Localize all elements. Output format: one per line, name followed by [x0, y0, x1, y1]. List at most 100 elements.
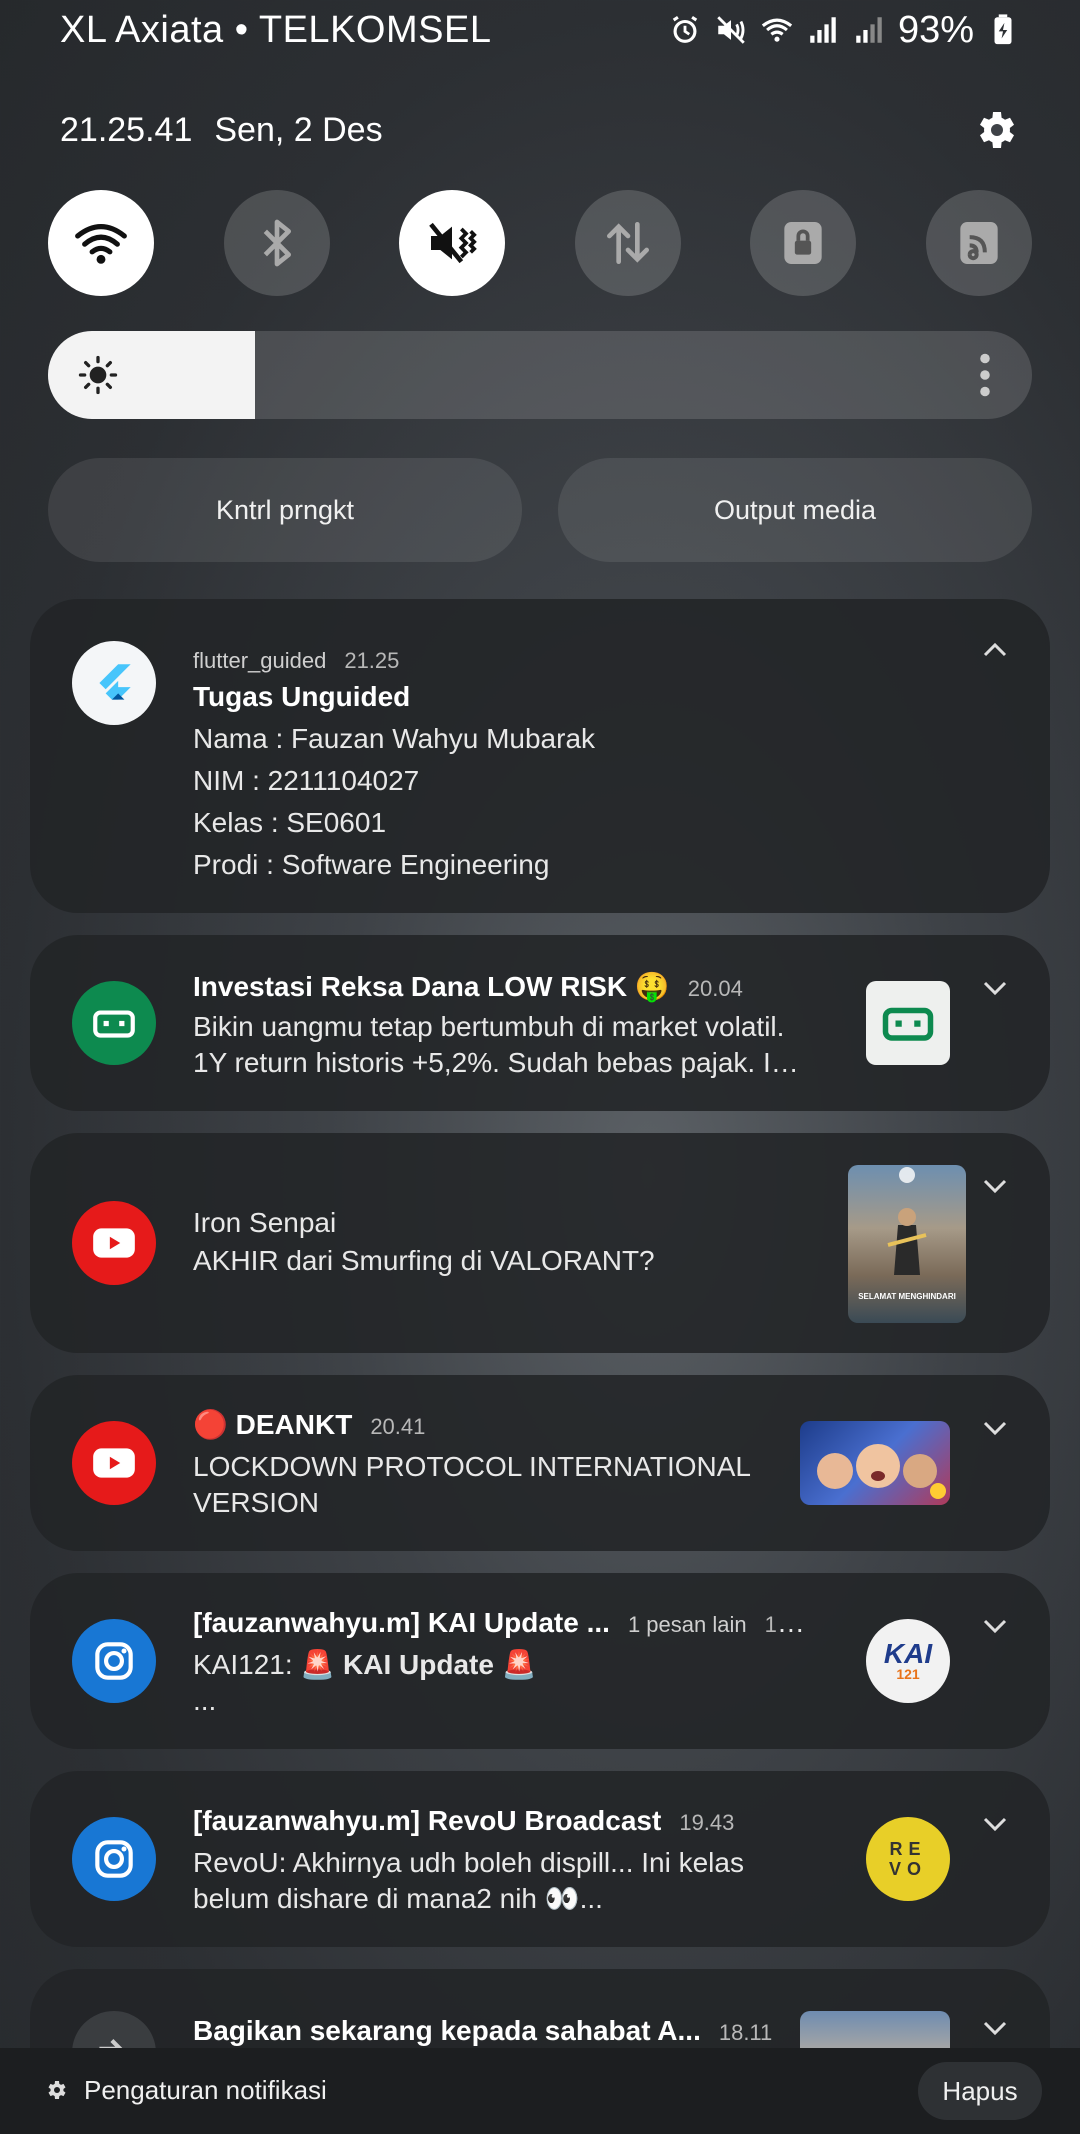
kai-avatar-text: KAI — [883, 1638, 933, 1669]
notification-title: Bagikan sekarang kepada sahabat A... — [193, 2015, 701, 2046]
notification-time: 18.11 — [718, 2020, 773, 2045]
video-thumbnail: SELAMAT MENGHINDARI — [848, 1165, 966, 1323]
date-label: Sen, 2 Des — [214, 110, 383, 149]
notification-bold-text: 🚨 KAI Update 🚨 — [300, 1649, 537, 1680]
datetime: 21.25.41 Sen, 2 Des — [60, 111, 383, 150]
status-bar: XL Axiata • TELKOMSEL 93% — [0, 0, 1080, 60]
notification-line: RevoU: Akhirnya udh boleh dispill... Ini… — [193, 1847, 744, 1878]
cast-icon — [960, 222, 998, 264]
notification-iron-senpai[interactable]: Iron Senpai AKHIR dari Smurfing di VALOR… — [30, 1133, 1050, 1353]
wallet-icon — [93, 1010, 135, 1038]
notification-investasi[interactable]: Investasi Reksa Dana LOW RISK 🤑 20.04 Bik… — [30, 935, 1050, 1111]
wifi-status-icon — [761, 18, 793, 42]
notification-title: Tugas Unguided — [193, 681, 411, 712]
mobile-data-icon — [606, 222, 649, 264]
notification-line: ... — [193, 1685, 217, 1716]
wifi-toggle[interactable] — [48, 190, 154, 296]
notification-revou[interactable]: [fauzanwahyu.m] RevoU Broadcast 19.43 Rev… — [30, 1771, 1050, 1947]
chevron-up-icon[interactable] — [980, 635, 1010, 665]
notification-extra: 1 pesan lain — [627, 1612, 747, 1637]
wallet-logo-icon — [882, 1007, 934, 1041]
bottom-bar: Pengaturan notifikasi Hapus — [0, 2048, 1080, 2134]
investment-app-icon — [72, 981, 156, 1065]
settings-button[interactable] — [970, 105, 1020, 155]
more-vert-icon[interactable] — [978, 353, 992, 397]
notification-title: 🔴 DEANKT — [193, 1409, 353, 1440]
notification-line: Prodi : Software Engineering — [193, 849, 550, 880]
cast-toggle[interactable] — [925, 190, 1032, 296]
youtube-icon — [93, 1448, 135, 1478]
deankt-thumbnail-art — [817, 1444, 946, 1499]
notification-line: NIM : 2211104027 — [193, 765, 420, 796]
notification-app-name: flutter_guided — [193, 648, 327, 673]
chevron-down-icon[interactable] — [980, 973, 1010, 1003]
quick-settings-row — [48, 190, 1032, 296]
notification-title: Iron Senpai — [193, 1207, 337, 1238]
video-thumbnail — [800, 1421, 950, 1505]
youtube-icon — [93, 1228, 135, 1258]
notification-time: 20.41 — [370, 1414, 426, 1439]
notification-title: Investasi Reksa Dana LOW RISK 🤑 — [193, 971, 670, 1002]
pill-row: Kntrl prngkt Output media — [48, 458, 1032, 562]
bluetooth-toggle[interactable] — [223, 190, 330, 296]
kai-avatar: KAI 121 — [866, 1619, 950, 1703]
notification-time: 19.53 — [764, 1612, 810, 1637]
bluetooth-icon — [263, 219, 291, 267]
instagram-icon — [95, 1840, 133, 1878]
revou-avatar-text: REVO — [888, 1839, 927, 1879]
chevron-down-icon[interactable] — [980, 2013, 1010, 2043]
notification-line: 1Y return historis +5,2%. Sudah bebas pa… — [193, 1047, 810, 1078]
youtube-app-icon — [72, 1201, 156, 1285]
wifi-icon — [75, 224, 127, 264]
notification-title: [fauzanwahyu.m] RevoU Broadcast — [193, 1805, 662, 1836]
clear-all-button[interactable]: Hapus — [918, 2062, 1042, 2120]
chevron-down-icon[interactable] — [980, 1611, 1010, 1641]
notification-flutter[interactable]: flutter_guided 21.25 Tugas Unguided Nama … — [30, 599, 1050, 913]
thumbnail-caption: SELAMAT MENGHINDARI — [858, 1292, 956, 1301]
sun-icon — [78, 355, 118, 395]
lock-rotation-icon — [784, 222, 823, 264]
instagram-app-icon — [72, 1817, 156, 1901]
notification-settings-button[interactable]: Pengaturan notifikasi — [44, 2068, 327, 2112]
chevron-down-icon[interactable] — [980, 1171, 1010, 1201]
kai-avatar-sub: 121 — [896, 1666, 920, 1682]
status-icons: 93% — [668, 9, 1020, 52]
valorant-thumbnail-art: SELAMAT MENGHINDARI — [858, 1167, 956, 1301]
alarm-icon — [672, 15, 698, 43]
mute-vibrate-icon — [429, 222, 477, 264]
youtube-app-icon — [72, 1421, 156, 1505]
revou-avatar: REVO — [866, 1817, 950, 1901]
media-output-button[interactable]: Output media — [558, 458, 1032, 562]
sound-mode-toggle[interactable] — [399, 190, 506, 296]
signal-icon-1 — [810, 17, 836, 43]
notification-time: 19.43 — [679, 1810, 735, 1835]
notification-line: belum dishare di mana2 nih 👀... — [193, 1883, 603, 1914]
notification-deankt[interactable]: 🔴 DEANKT 20.41 LOCKDOWN PROTOCOL INTERNAT… — [30, 1375, 1050, 1551]
battery-charging-icon — [994, 14, 1012, 45]
notification-kai-update[interactable]: [fauzanwahyu.m] KAI Update ... 1 pesan la… — [30, 1573, 1050, 1749]
datetime-row: 21.25.41 Sen, 2 Des — [60, 105, 1020, 155]
notification-line: AKHIR dari Smurfing di VALORANT? — [193, 1245, 655, 1276]
brightness-slider[interactable] — [48, 331, 1032, 419]
rotation-lock-toggle[interactable] — [750, 190, 857, 296]
battery-percent: 93% — [897, 8, 974, 51]
carrier-label: XL Axiata • TELKOMSEL — [60, 8, 492, 51]
notification-title: [fauzanwahyu.m] KAI Update ... — [193, 1607, 610, 1638]
mobile-data-toggle[interactable] — [574, 190, 681, 296]
chevron-down-icon[interactable] — [980, 1413, 1010, 1443]
clock-time: 21.25.41 — [60, 110, 193, 149]
gear-icon — [980, 112, 1014, 148]
notification-time: 20.04 — [687, 976, 743, 1001]
flutter-icon — [99, 664, 131, 700]
chevron-down-icon[interactable] — [980, 1809, 1010, 1839]
flutter-app-icon — [72, 641, 156, 725]
gear-icon — [48, 2081, 66, 2099]
mute-icon — [717, 16, 745, 44]
notification-sender: KAI121: — [193, 1649, 301, 1680]
device-control-button[interactable]: Kntrl prngkt — [48, 458, 522, 562]
notification-line: Kelas : SE0601 — [193, 807, 387, 838]
instagram-icon — [95, 1642, 133, 1680]
signal-icon-2 — [856, 17, 882, 43]
notification-settings-label: Pengaturan notifikasi — [84, 2074, 327, 2105]
notification-line: LOCKDOWN PROTOCOL INTERNATIONAL — [193, 1451, 751, 1482]
